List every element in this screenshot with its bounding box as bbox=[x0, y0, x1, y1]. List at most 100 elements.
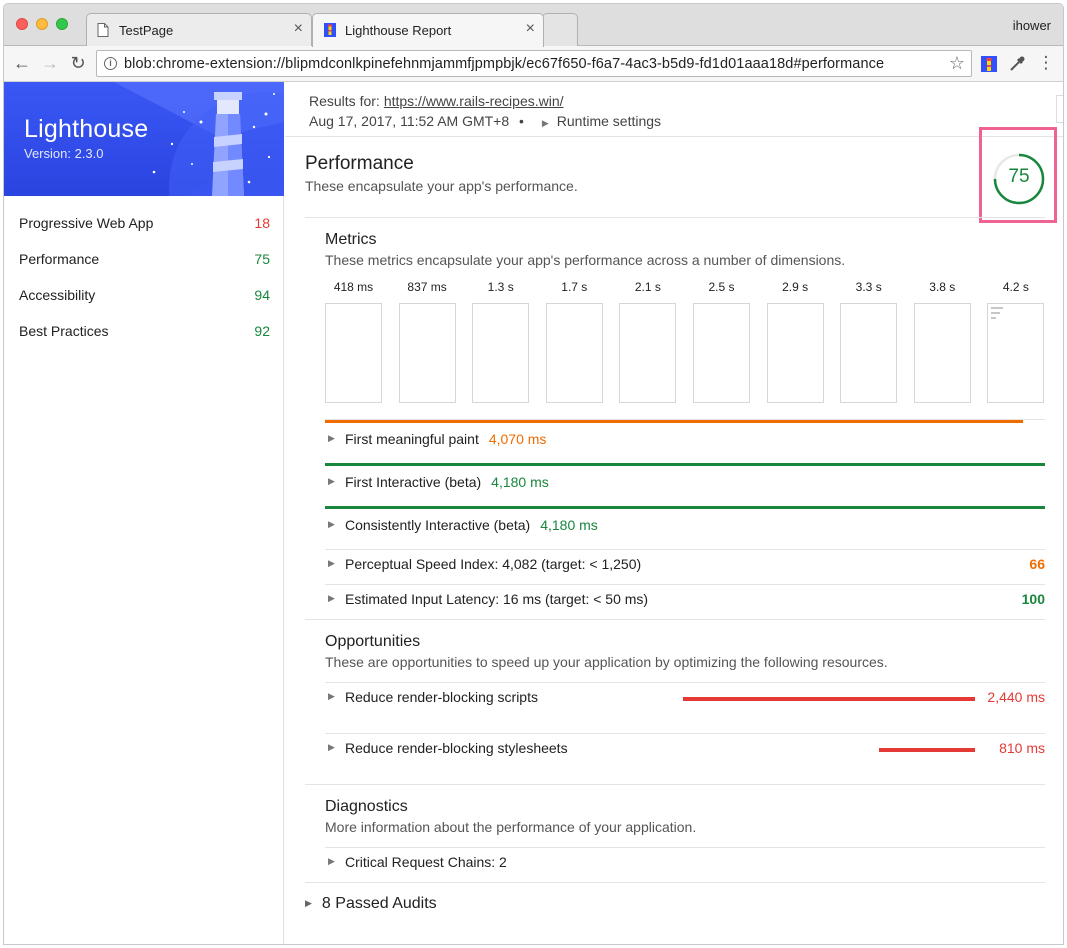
opportunity-render-blocking-stylesheets[interactable]: ▶ Reduce render-blocking stylesheets 810… bbox=[325, 734, 1045, 768]
metrics-description: These metrics encapsulate your app's per… bbox=[325, 252, 846, 268]
audit-score: 66 bbox=[1029, 556, 1045, 572]
profile-name[interactable]: ihower bbox=[1013, 18, 1051, 33]
expand-arrow-icon[interactable]: ▶ bbox=[328, 742, 335, 753]
lighthouse-version: Version: 2.3.0 bbox=[24, 146, 104, 161]
expand-arrow-icon[interactable]: ▶ bbox=[328, 476, 335, 487]
audit-label: Estimated Input Latency: 16 ms (target: … bbox=[345, 591, 649, 607]
opportunity-render-blocking-scripts[interactable]: ▶ Reduce render-blocking scripts 2,440 m… bbox=[325, 683, 1045, 717]
metric-name: Consistently Interactive (beta) bbox=[345, 517, 531, 533]
sidebar-item-score: 92 bbox=[254, 323, 270, 339]
maximize-window-button[interactable] bbox=[56, 18, 68, 30]
diagnostics-title: Diagnostics bbox=[325, 798, 408, 815]
metric-label: First meaningful paint 4,070 ms bbox=[345, 431, 546, 447]
reload-button[interactable]: ↻ bbox=[68, 54, 88, 74]
audit-label: Critical Request Chains: 2 bbox=[345, 854, 507, 870]
filmstrip-timestamp: 3.3 s bbox=[855, 280, 882, 294]
sidebar-item-performance[interactable]: Performance 75 bbox=[4, 244, 284, 280]
minimize-window-button[interactable] bbox=[36, 18, 48, 30]
sidebar-item-accessibility[interactable]: Accessibility 94 bbox=[4, 280, 284, 316]
audit-score: 100 bbox=[1021, 591, 1045, 607]
sidebar-item-pwa[interactable]: Progressive Web App 18 bbox=[4, 208, 284, 244]
opportunity-savings: 810 ms bbox=[999, 740, 1045, 756]
metrics-title: Metrics bbox=[325, 231, 377, 248]
divider bbox=[305, 619, 1045, 620]
results-header: Results for: https://www.rails-recipes.wi… bbox=[285, 82, 1063, 137]
tested-url-link[interactable]: https://www.rails-recipes.win/ bbox=[384, 93, 564, 109]
metric-timeline-bar bbox=[325, 463, 1045, 466]
filmstrip-timestamp: 418 ms bbox=[333, 280, 374, 294]
browser-window: TestPage × Lighthouse Report × ihower ← … bbox=[3, 3, 1064, 945]
tab-close-icon[interactable]: × bbox=[294, 21, 303, 37]
eyedropper-extension-icon[interactable] bbox=[1008, 55, 1026, 73]
disclosure-triangle-icon[interactable]: ▶ bbox=[542, 118, 549, 128]
filmstrip-thumbnail bbox=[840, 303, 898, 403]
divider bbox=[305, 882, 1045, 883]
page-icon bbox=[97, 23, 109, 37]
expand-arrow-icon[interactable]: ▶ bbox=[328, 519, 335, 530]
tab-title: Lighthouse Report bbox=[345, 23, 452, 38]
filmstrip-thumbnail bbox=[619, 303, 677, 403]
address-bar[interactable]: i blob:chrome-extension://blipmdconlkpin… bbox=[96, 50, 972, 77]
audit-critical-request-chains[interactable]: ▶ Critical Request Chains: 2 bbox=[325, 848, 1045, 882]
chrome-menu-icon[interactable]: ⋮ bbox=[1036, 54, 1056, 74]
filmstrip: 418 ms 837 ms 1.3 s 1.7 s 2.1 s 2.5 s 2.9 s 3.3… bbox=[325, 280, 1045, 406]
metric-row[interactable]: ▶ Consistently Interactive (beta) 4,180 ms bbox=[325, 511, 1045, 545]
tab-testpage[interactable]: TestPage × bbox=[86, 13, 312, 47]
filmstrip-timestamp: 1.7 s bbox=[561, 280, 588, 294]
filmstrip-timestamp: 4.2 s bbox=[1002, 280, 1029, 294]
filmstrip-frame: 1.7 s bbox=[545, 280, 603, 403]
filmstrip-frame: 2.9 s bbox=[766, 280, 824, 403]
metric-row[interactable]: ▶ First meaningful paint 4,070 ms bbox=[325, 425, 1045, 459]
forward-button[interactable]: → bbox=[40, 54, 60, 74]
expand-arrow-icon[interactable]: ▶ bbox=[328, 433, 335, 444]
filmstrip-frame: 1.3 s bbox=[472, 280, 530, 403]
filmstrip-timestamp: 1.3 s bbox=[487, 280, 514, 294]
opportunity-savings: 2,440 ms bbox=[987, 689, 1045, 705]
report-main: Results for: https://www.rails-recipes.wi… bbox=[285, 82, 1063, 944]
divider bbox=[305, 217, 1045, 218]
results-for-label: Results for: bbox=[309, 93, 380, 109]
close-window-button[interactable] bbox=[16, 18, 28, 30]
passed-audits-toggle[interactable]: ▶ 8 Passed Audits bbox=[305, 895, 437, 913]
sidebar-item-label: Accessibility bbox=[19, 287, 96, 303]
audit-estimated-input-latency[interactable]: ▶ Estimated Input Latency: 16 ms (target… bbox=[325, 585, 1045, 619]
expand-arrow-icon[interactable]: ▶ bbox=[328, 558, 335, 569]
expand-arrow-icon[interactable]: ▶ bbox=[328, 593, 335, 604]
lighthouse-extension-icon[interactable] bbox=[980, 55, 998, 73]
opportunities-description: These are opportunities to speed up your… bbox=[325, 654, 888, 670]
filmstrip-timestamp: 2.5 s bbox=[708, 280, 735, 294]
bookmark-star-icon[interactable]: ☆ bbox=[949, 53, 965, 74]
metric-row[interactable]: ▶ First Interactive (beta) 4,180 ms bbox=[325, 468, 1045, 502]
runtime-settings-toggle[interactable]: Runtime settings bbox=[557, 113, 661, 129]
metric-timeline-bar bbox=[325, 506, 1045, 509]
tab-lighthouse-report[interactable]: Lighthouse Report × bbox=[312, 13, 544, 47]
filmstrip-thumbnail bbox=[693, 303, 750, 403]
new-tab-button[interactable] bbox=[542, 13, 578, 47]
filmstrip-thumbnail bbox=[398, 303, 456, 403]
audit-perceptual-speed-index[interactable]: ▶ Perceptual Speed Index: 4,082 (target:… bbox=[325, 550, 1045, 584]
results-meta-line: Aug 17, 2017, 11:52 AM GMT+8 • ▶ Runtime … bbox=[309, 113, 661, 129]
metric-value: 4,180 ms bbox=[540, 517, 598, 533]
filmstrip-frame: 4.2 s bbox=[987, 280, 1045, 403]
metric-value: 4,070 ms bbox=[488, 431, 547, 447]
expand-arrow-icon[interactable]: ▶ bbox=[328, 856, 335, 867]
sidebar-item-score: 75 bbox=[254, 251, 270, 267]
info-icon[interactable]: i bbox=[104, 57, 117, 70]
results-for-line: Results for: https://www.rails-recipes.wi… bbox=[309, 93, 564, 109]
filmstrip-frame: 2.5 s bbox=[693, 280, 750, 403]
browser-toolbar: ← → ↻ i blob:chrome-extension://blipmdco… bbox=[4, 46, 1063, 82]
opportunity-savings-bar bbox=[683, 697, 975, 701]
address-url[interactable]: blob:chrome-extension://blipmdconlkpinef… bbox=[124, 56, 884, 72]
tab-title: TestPage bbox=[119, 23, 174, 38]
expand-arrow-icon[interactable]: ▶ bbox=[328, 691, 335, 702]
audit-label: Reduce render-blocking scripts bbox=[345, 689, 538, 705]
sidebar-item-best-practices[interactable]: Best Practices 92 bbox=[4, 316, 284, 352]
back-button[interactable]: ← bbox=[12, 54, 32, 74]
expand-arrow-icon[interactable]: ▶ bbox=[305, 898, 312, 908]
filmstrip-frame: 418 ms bbox=[325, 280, 382, 403]
filmstrip-thumbnail bbox=[766, 303, 824, 403]
sidebar-item-score: 18 bbox=[254, 215, 270, 231]
filmstrip-thumbnail bbox=[325, 303, 382, 403]
tab-close-icon[interactable]: × bbox=[526, 21, 535, 37]
passed-audits-label: 8 Passed Audits bbox=[321, 895, 437, 912]
